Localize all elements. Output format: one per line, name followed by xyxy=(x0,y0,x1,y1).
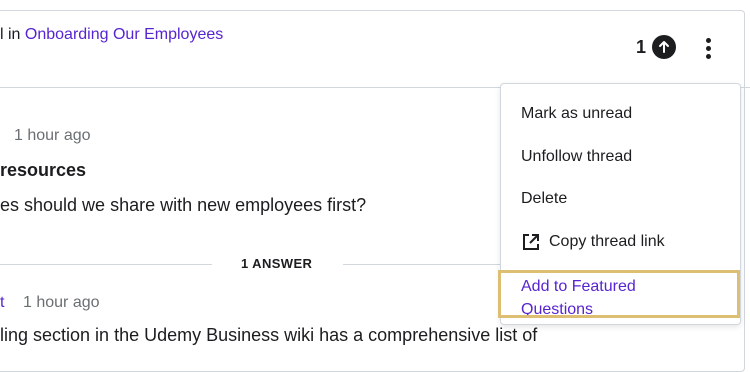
thread-context: l in Onboarding Our Employees xyxy=(0,26,223,44)
external-link-icon xyxy=(521,232,541,252)
course-link[interactable]: Onboarding Our Employees xyxy=(25,26,223,43)
upvote-control[interactable]: 1 xyxy=(636,35,677,59)
menu-item-mark-unread[interactable]: Mark as unread xyxy=(521,105,632,123)
highlight-box xyxy=(498,270,740,318)
menu-item-unfollow-thread[interactable]: Unfollow thread xyxy=(521,148,632,166)
menu-item-copy-thread-link[interactable]: Copy thread link xyxy=(521,232,665,252)
answers-count-label: 1 ANSWER xyxy=(241,256,313,271)
question-body: es should we share with new employees fi… xyxy=(0,195,367,215)
answer-body: ling section in the Udemy Business wiki … xyxy=(0,325,538,345)
question-title: resources xyxy=(0,160,87,180)
context-prefix: l in xyxy=(0,26,21,43)
question-timestamp: 1 hour ago xyxy=(14,127,91,144)
menu-item-delete[interactable]: Delete xyxy=(521,190,567,208)
answers-divider-right xyxy=(343,264,503,265)
answers-divider-left xyxy=(0,264,212,265)
answer-timestamp: 1 hour ago xyxy=(23,294,100,311)
upvote-arrow-icon[interactable] xyxy=(652,35,677,59)
upvote-count: 1 xyxy=(636,36,647,57)
answer-author-link[interactable]: t xyxy=(0,294,4,312)
more-options-icon[interactable] xyxy=(696,34,720,62)
copy-thread-link-label: Copy thread link xyxy=(549,233,665,250)
